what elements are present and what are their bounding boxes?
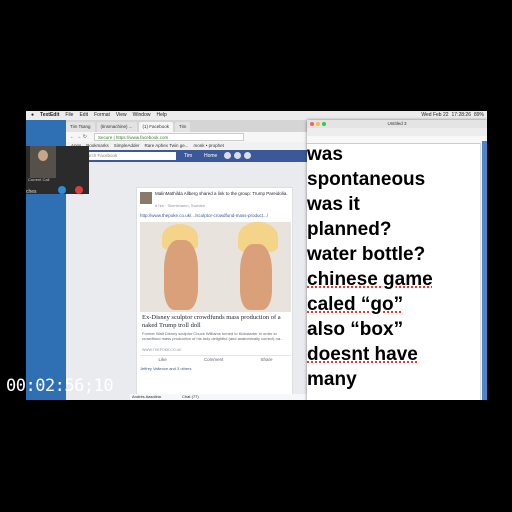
text-line: many — [307, 369, 357, 390]
textedit-title: Untitled 3 — [307, 120, 487, 128]
like-button[interactable]: Like — [159, 356, 167, 364]
menu-item-file[interactable]: File — [65, 111, 73, 120]
facebook-header: f Search Facebook Tim Home — [66, 150, 322, 162]
menu-item-window[interactable]: Window — [133, 111, 151, 120]
menu-item-format[interactable]: Format — [94, 111, 110, 120]
menu-bar: ● TextEdit File Edit Format View Window … — [26, 111, 487, 120]
menu-item-help[interactable]: Help — [156, 111, 166, 120]
tab-tim[interactable]: Tim — [175, 122, 191, 132]
bookmarks-bar: Apps Bookmarks SimpleAdder Rare Aphex Tw… — [66, 142, 322, 150]
textedit-window: Untitled 3 was spontaneous was it planne… — [307, 120, 487, 400]
post-actions: Like Comment Share — [140, 355, 291, 364]
document-text[interactable]: was spontaneous was it planned? water bo… — [307, 142, 467, 392]
menu-item-app[interactable]: TextEdit — [40, 111, 59, 120]
text-line: planned? — [307, 219, 392, 240]
end-call-button[interactable] — [75, 186, 83, 194]
menu-item-edit[interactable]: Edit — [79, 111, 88, 120]
share-button[interactable]: Share — [260, 356, 272, 364]
comment-button[interactable]: Comment — [204, 356, 224, 364]
call-status-label: Current Call — [28, 177, 50, 182]
text-line: chinese game — [307, 269, 433, 290]
chat-toggle[interactable]: Chat (77) — [182, 394, 199, 399]
menu-item-view[interactable]: View — [116, 111, 127, 120]
zoom-icon[interactable] — [322, 122, 326, 126]
home-link[interactable]: Home — [204, 150, 217, 162]
desktop-screen: ● TextEdit File Edit Format View Window … — [26, 111, 487, 400]
bookmark-bookmarks[interactable]: Bookmarks — [86, 142, 109, 150]
video-call-window: Current Call — [26, 146, 89, 194]
tab-tinsmachine[interactable]: (tinsmachine) ... — [96, 122, 137, 132]
troll-doll-front — [164, 240, 198, 310]
reactions-summary[interactable]: Jeffrey Vallence and 3 others — [140, 366, 191, 371]
format-toolbar[interactable] — [307, 128, 487, 136]
text-line: water bottle? — [307, 244, 426, 265]
notification-icons — [224, 152, 254, 159]
url-bar: ← → ↻ Secure | https://www.facebook.com — [66, 132, 322, 142]
text-line: caled “go” — [307, 294, 404, 315]
text-line: was — [307, 144, 343, 165]
text-line: spontaneous — [307, 169, 426, 190]
link-card-source: WWW.THEPOKE.CO.UK — [142, 348, 182, 352]
friends-icon[interactable] — [224, 152, 231, 159]
battery-percent[interactable]: 89% — [474, 111, 484, 120]
text-line: also “box” — [307, 319, 404, 340]
tab-strip: Tim Tsang (tinsmachine) ... (1) Facebook… — [66, 120, 322, 132]
caller-face — [38, 150, 48, 161]
menubar-date[interactable]: Wed Feb 22 — [421, 111, 448, 120]
chat-bar: Andrés Aasolina Chat (77) — [130, 394, 322, 400]
profile-link[interactable]: Tim — [184, 150, 192, 162]
avatar[interactable] — [140, 192, 152, 204]
link-card-description: Former Walt Disney sculptor Chuck Willia… — [142, 331, 284, 341]
notifications-icon[interactable] — [244, 152, 251, 159]
text-line: doesnt have — [307, 344, 418, 365]
side-label: ches — [26, 189, 37, 195]
post-meta: 8 hrs · Simrishamn, Sweden — [155, 203, 206, 208]
post-link[interactable]: http://www.thepoke.co.uk/.../sculptor-cr… — [140, 213, 268, 218]
link-card-title[interactable]: Ex-Disney sculptor crowdfunds mass produ… — [142, 314, 290, 330]
browser-window: Tim Tsang (tinsmachine) ... (1) Facebook… — [66, 120, 322, 400]
chat-contact[interactable]: Andrés Aasolina — [132, 394, 161, 399]
messages-icon[interactable] — [234, 152, 241, 159]
bookmark-simpleadder[interactable]: SimpleAdder — [114, 142, 140, 150]
minimize-icon[interactable] — [316, 122, 320, 126]
text-line: was it — [307, 194, 360, 215]
feed-post: MalinMathilda Allberg shared a link to t… — [136, 187, 293, 400]
tab-facebook[interactable]: (1) Facebook — [138, 122, 174, 132]
post-header[interactable]: MalinMathilda Allberg shared a link to t… — [155, 191, 291, 197]
post-image[interactable] — [140, 222, 291, 312]
facebook-search-input[interactable]: Search Facebook — [80, 152, 176, 160]
address-field[interactable]: Secure | https://www.facebook.com — [94, 133, 244, 141]
back-forward-reload-icon[interactable]: ← → ↻ — [70, 132, 87, 142]
troll-doll-back — [240, 244, 272, 310]
bookmark-monk[interactable]: monk • prophet — [194, 142, 224, 150]
tab-tim-tsang[interactable]: Tim Tsang — [66, 122, 95, 132]
desktop-side-panel — [482, 141, 487, 400]
bookmark-aphex[interactable]: Rare Aphex Twin ge... — [145, 142, 189, 150]
mute-button[interactable] — [58, 186, 66, 194]
webcam-preview — [30, 146, 56, 178]
left-column — [66, 162, 130, 400]
video-timecode: 00:02:56;10 — [6, 376, 114, 396]
apple-menu-icon[interactable]: ● — [31, 111, 34, 120]
close-icon[interactable] — [310, 122, 314, 126]
menubar-time[interactable]: 17:28:26 — [452, 111, 471, 120]
